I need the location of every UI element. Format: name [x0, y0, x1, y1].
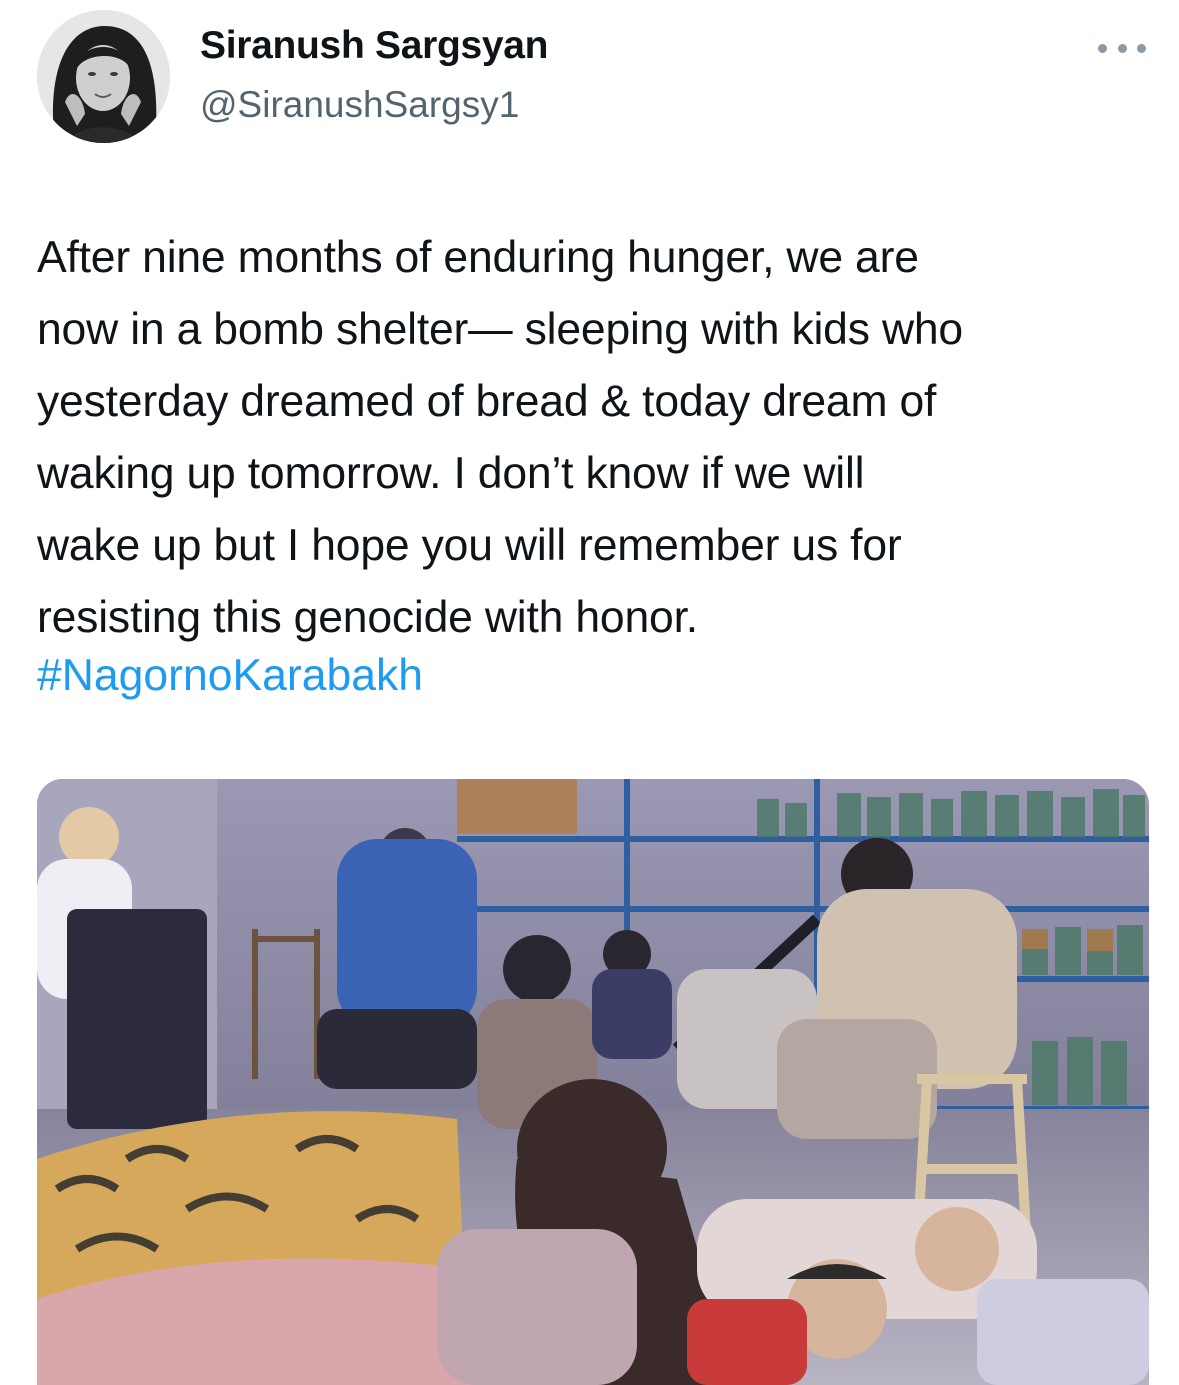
tweet-text-line: yesterday dreamed of bread & today dream…: [37, 377, 937, 426]
tweet-text-line: wake up but I hope you will remember us …: [37, 521, 902, 570]
hashtag-link[interactable]: #NagornoKarabakh: [37, 646, 423, 706]
author-name[interactable]: Siranush Sargsyan: [200, 24, 549, 68]
tweet-text-line: After nine months of enduring hunger, we…: [37, 233, 919, 282]
tweet-text-line: waking up tomorrow. I don’t know if we w…: [37, 449, 865, 498]
tweet-text: After nine months of enduring hunger, we…: [37, 222, 1147, 654]
tweet-card: Siranush Sargsyan @SiranushSargsy1 After…: [0, 0, 1179, 1385]
author-handle[interactable]: @SiranushSargsy1: [200, 84, 519, 126]
dot: [1137, 43, 1146, 53]
more-options-icon[interactable]: [1098, 36, 1146, 60]
tweet-text-line: resisting this genocide with honor.: [37, 593, 698, 642]
dot: [1117, 43, 1127, 53]
tweet-photo[interactable]: [37, 779, 1149, 1385]
avatar[interactable]: [37, 10, 170, 143]
tweet-text-line: now in a bomb shelter— sleeping with kid…: [37, 305, 963, 354]
dot: [1098, 43, 1107, 53]
